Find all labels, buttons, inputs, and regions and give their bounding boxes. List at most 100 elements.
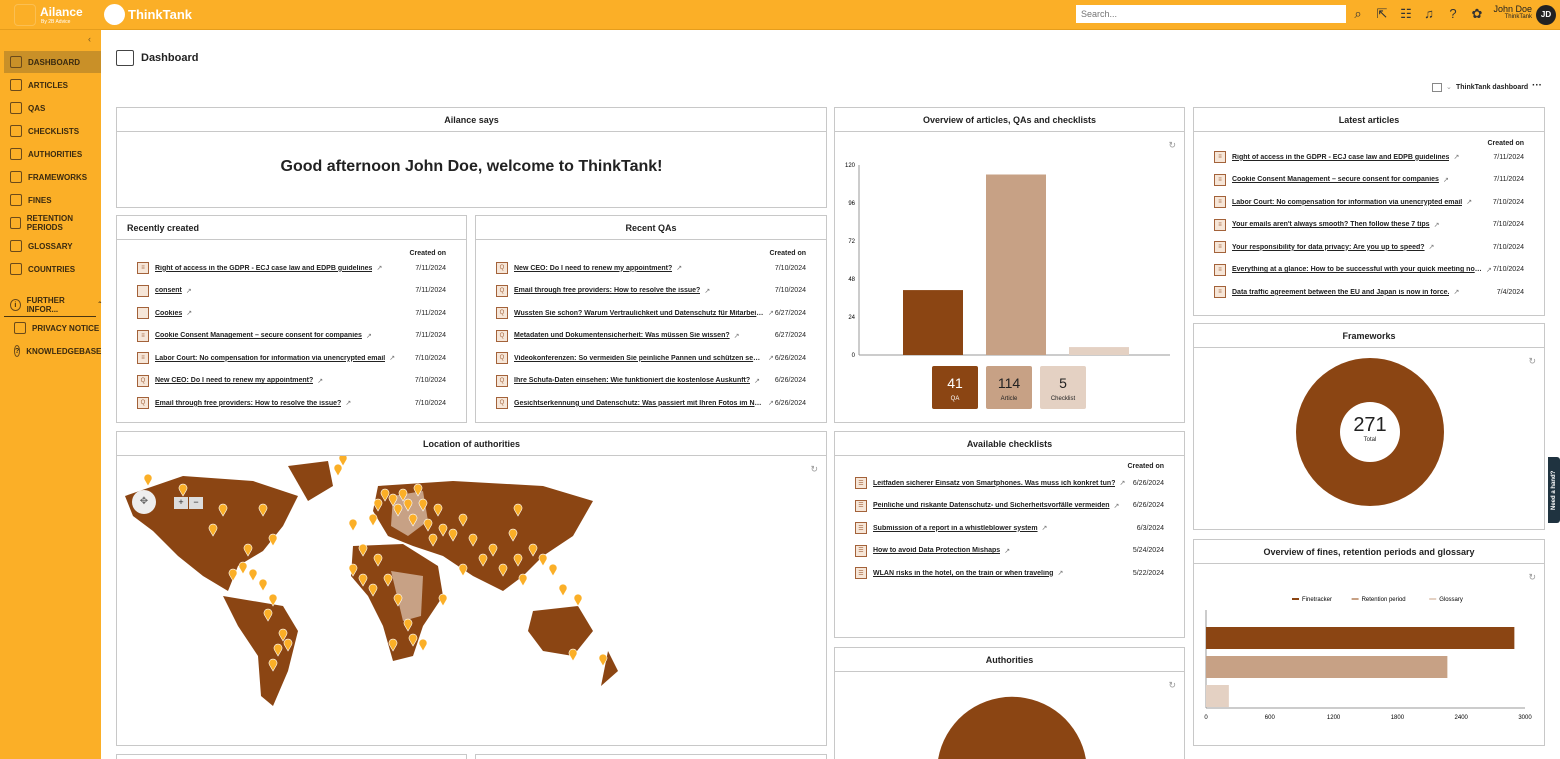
- external-link-icon[interactable]: ↗: [366, 332, 372, 340]
- authority-pin[interactable]: [458, 563, 468, 577]
- authority-pin[interactable]: [438, 593, 448, 607]
- authorities-donut-segment[interactable]: [938, 696, 1086, 759]
- item-link[interactable]: Metadaten und Dokumentensicherheit: Was …: [514, 332, 730, 339]
- refresh-icon[interactable]: ↻: [810, 464, 818, 475]
- external-link-icon[interactable]: ↗: [376, 264, 382, 272]
- item-link[interactable]: Data traffic agreement between the EU an…: [1232, 289, 1449, 296]
- authority-pin[interactable]: [258, 578, 268, 592]
- search-icon[interactable]: ⌕: [1350, 6, 1366, 22]
- authority-pin[interactable]: [238, 561, 248, 575]
- sidebar-item-articles[interactable]: ARTICLES: [4, 74, 101, 96]
- user-menu[interactable]: John Doe ThinkTank: [1480, 4, 1532, 20]
- item-link[interactable]: consent: [155, 287, 182, 294]
- external-link-icon[interactable]: ↗: [1114, 502, 1120, 510]
- sidebar-item-frameworks[interactable]: FRAMEWORKS: [4, 166, 101, 188]
- item-link[interactable]: Ihre Schufa-Daten einsehen: Wie funktion…: [514, 377, 750, 384]
- sidebar-item-knowledgebase[interactable]: ? KNOWLEDGEBASE: [4, 340, 101, 362]
- external-link-icon[interactable]: ↗: [768, 399, 774, 407]
- sidebar-item-dashboard[interactable]: DASHBOARD: [4, 51, 101, 73]
- authority-pin[interactable]: [548, 563, 558, 577]
- external-link-icon[interactable]: ↗: [754, 377, 760, 385]
- sidebar-item-fines[interactable]: FINES: [4, 189, 101, 211]
- external-link-icon[interactable]: ↗: [1119, 479, 1125, 487]
- item-link[interactable]: Gesichtserkennung und Datenschutz: Was p…: [514, 400, 764, 407]
- need-a-hand-tab[interactable]: Need a hand?: [1548, 457, 1560, 523]
- external-link-icon[interactable]: ↗: [1429, 243, 1435, 251]
- legend-label[interactable]: Retention period: [1362, 597, 1406, 603]
- item-link[interactable]: Cookie Consent Management – secure conse…: [155, 332, 362, 339]
- item-link[interactable]: Submission of a report in a whistleblowe…: [873, 525, 1038, 532]
- sidebar-item-privacy-notice[interactable]: PRIVACY NOTICE: [4, 317, 101, 339]
- external-link-icon[interactable]: ↗: [704, 287, 710, 295]
- authority-pin[interactable]: [368, 513, 378, 527]
- authority-pin[interactable]: [143, 473, 153, 487]
- bar-checklist[interactable]: [1069, 347, 1129, 355]
- external-link-icon[interactable]: ↗: [1466, 198, 1472, 206]
- refresh-icon[interactable]: ↻: [1528, 356, 1536, 367]
- bar-retention-period[interactable]: [1206, 656, 1448, 678]
- external-link-icon[interactable]: ↗: [186, 309, 192, 317]
- item-link[interactable]: Email through free providers: How to res…: [155, 400, 341, 407]
- collapse-sidebar-icon[interactable]: ‹: [88, 34, 91, 44]
- item-link[interactable]: Labor Court: No compensation for informa…: [155, 355, 385, 362]
- bell-icon[interactable]: ♫: [1421, 6, 1437, 22]
- authority-pin[interactable]: [568, 648, 578, 662]
- external-link-icon[interactable]: ↗: [1453, 288, 1459, 296]
- item-link[interactable]: Labor Court: No compensation for informa…: [1232, 199, 1462, 206]
- item-link[interactable]: Leitfaden sicherer Einsatz von Smartphon…: [873, 480, 1115, 487]
- external-link-icon[interactable]: ↗: [768, 309, 774, 317]
- bar-glossary[interactable]: [1206, 685, 1229, 707]
- external-link-icon[interactable]: ↗: [1486, 266, 1492, 274]
- item-link[interactable]: Your responsibility for data privacy: Ar…: [1232, 244, 1425, 251]
- authority-pin[interactable]: [248, 568, 258, 582]
- more-options-button[interactable]: ···: [1532, 80, 1542, 91]
- external-link-icon[interactable]: ↗: [317, 377, 323, 385]
- avatar[interactable]: JD: [1536, 5, 1556, 25]
- bar-article[interactable]: [986, 174, 1046, 356]
- item-link[interactable]: Peinliche und riskante Datenschutz- und …: [873, 502, 1110, 509]
- external-link-icon[interactable]: ↗: [734, 332, 740, 340]
- item-link[interactable]: Your emails aren't always smooth? Then f…: [1232, 221, 1430, 228]
- sidebar-item-countries[interactable]: COUNTRIES: [4, 258, 101, 280]
- external-link-icon[interactable]: ↗: [676, 264, 682, 272]
- item-link[interactable]: Right of access in the GDPR - ECJ case l…: [1232, 154, 1449, 161]
- legend-label[interactable]: Finetracker: [1302, 597, 1332, 603]
- share-icon[interactable]: ⇱: [1374, 6, 1390, 22]
- sidebar-item-retention-periods[interactable]: RETENTION PERIODS: [4, 212, 101, 234]
- external-link-icon[interactable]: ↗: [1004, 547, 1010, 555]
- sidebar-item-qas[interactable]: QAS: [4, 97, 101, 119]
- item-link[interactable]: How to avoid Data Protection Mishaps: [873, 547, 1000, 554]
- external-link-icon[interactable]: ↗: [345, 399, 351, 407]
- help-icon[interactable]: ?: [1445, 6, 1461, 22]
- external-link-icon[interactable]: ↗: [389, 354, 395, 362]
- chevron-down-icon[interactable]: ⌄: [1446, 83, 1452, 91]
- external-link-icon[interactable]: ↗: [1443, 176, 1449, 184]
- item-link[interactable]: New CEO: Do I need to renew my appointme…: [514, 265, 672, 272]
- item-link[interactable]: Right of access in the GDPR - ECJ case l…: [155, 265, 372, 272]
- bar-qa[interactable]: [903, 290, 963, 355]
- external-link-icon[interactable]: ↗: [1453, 153, 1459, 161]
- sidebar-item-checklists[interactable]: CHECKLISTS: [4, 120, 101, 142]
- authority-pin[interactable]: [558, 583, 568, 597]
- authority-pin[interactable]: [573, 593, 583, 607]
- sidebar-item-glossary[interactable]: GLOSSARY: [4, 235, 101, 257]
- authority-pin[interactable]: [268, 533, 278, 547]
- zoom-out-button[interactable]: −: [189, 497, 203, 509]
- item-link[interactable]: Cookie Consent Management – secure conse…: [1232, 176, 1439, 183]
- authority-pin[interactable]: [333, 463, 343, 477]
- sidebar-further-info[interactable]: i FURTHER INFOR... ˆ: [4, 294, 101, 316]
- external-link-icon[interactable]: ↗: [1042, 524, 1048, 532]
- product-name[interactable]: ThinkTank: [128, 7, 192, 22]
- item-link[interactable]: Cookies: [155, 310, 182, 317]
- bar-finetracker[interactable]: [1206, 627, 1515, 649]
- legend-label[interactable]: Glossary: [1439, 597, 1463, 603]
- item-link[interactable]: New CEO: Do I need to renew my appointme…: [155, 377, 313, 384]
- authority-pin[interactable]: [348, 518, 358, 532]
- authority-pin[interactable]: [538, 553, 548, 567]
- external-link-icon[interactable]: ↗: [768, 354, 774, 362]
- authority-pin[interactable]: [518, 573, 528, 587]
- sidebar-item-authorities[interactable]: AUTHORITIES: [4, 143, 101, 165]
- item-link[interactable]: WLAN risks in the hotel, on the train or…: [873, 570, 1053, 577]
- search-input[interactable]: [1076, 5, 1346, 23]
- pan-control[interactable]: ✥: [132, 490, 156, 514]
